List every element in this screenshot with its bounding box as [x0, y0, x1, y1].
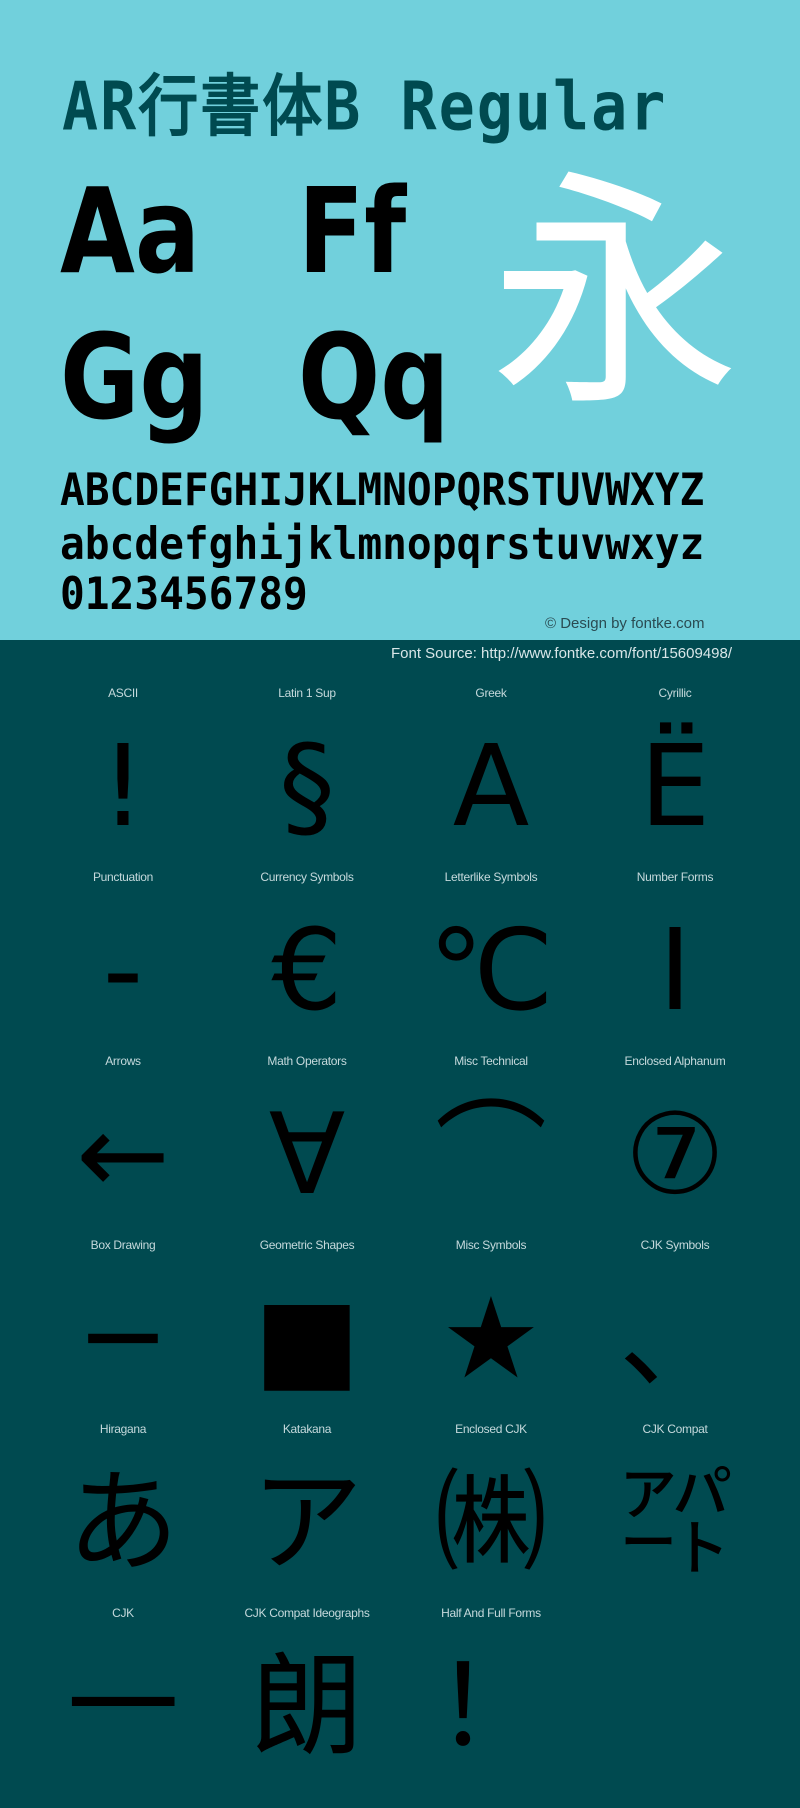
- block-cell: Letterlike Symbols ℃: [399, 870, 583, 1054]
- block-label: Math Operators: [267, 1054, 347, 1068]
- block-cell: CJK 一: [31, 1606, 215, 1790]
- block-cell: Arrows ←: [31, 1054, 215, 1238]
- block-label: Hiragana: [99, 1422, 147, 1436]
- block-cell: Number Forms Ⅰ: [583, 870, 767, 1054]
- block-sample-glyph: 、: [619, 1274, 731, 1404]
- block-sample-glyph: €: [271, 906, 343, 1036]
- block-sample-glyph: ㈱: [435, 1458, 547, 1588]
- block-label: Misc Technical: [454, 1054, 528, 1068]
- block-cell: Katakana ア: [215, 1422, 399, 1606]
- block-cell: Half And Full Forms ！: [399, 1606, 583, 1790]
- sample-pair-ff: Ff: [298, 162, 407, 300]
- block-label: Misc Symbols: [455, 1238, 527, 1252]
- block-cell: CJK Compat ㌀: [583, 1422, 767, 1606]
- block-cell: Enclosed CJK ㈱: [399, 1422, 583, 1606]
- alphabet-digits: 0123456789: [60, 567, 308, 620]
- block-label: Arrows: [105, 1054, 141, 1068]
- block-cell: CJK Compat Ideographs 朗: [215, 1606, 399, 1790]
- block-label: CJK Compat: [642, 1422, 708, 1436]
- block-label: Box Drawing: [90, 1238, 156, 1252]
- block-label: Punctuation: [92, 870, 154, 884]
- block-sample-glyph: 一: [67, 1642, 179, 1772]
- block-label: Letterlike Symbols: [444, 870, 538, 884]
- block-label: Half And Full Forms: [441, 1606, 541, 1620]
- alphabet-uppercase: ABCDEFGHIJKLMNOPQRSTUVWXYZ: [60, 463, 705, 516]
- preview-panel: AR行書体B Regular Aa Ff Gg Qq 永 ABCDEFGHIJK…: [0, 0, 800, 640]
- design-credit: © Design by fontke.com: [545, 615, 705, 632]
- sample-pair-aa: Aa: [60, 162, 201, 300]
- block-cell: Cyrillic Ё: [583, 686, 767, 870]
- block-cell: Box Drawing ─: [31, 1238, 215, 1422]
- block-cell: Greek Α: [399, 686, 583, 870]
- block-cell: CJK Symbols 、: [583, 1238, 767, 1422]
- block-sample-glyph: ⌒: [435, 1090, 547, 1220]
- alphabet-lowercase: abcdefghijklmnopqrstuvwxyz: [60, 517, 705, 570]
- block-cell: Hiragana あ: [31, 1422, 215, 1606]
- block-sample-glyph: 朗: [251, 1642, 363, 1772]
- block-label: Enclosed Alphanum: [624, 1054, 726, 1068]
- block-label: Geometric Shapes: [259, 1238, 355, 1252]
- block-sample-glyph: ㌀: [619, 1458, 731, 1588]
- block-sample-glyph: ─: [89, 1274, 157, 1404]
- block-label: ASCII: [108, 686, 138, 700]
- block-cell: Geometric Shapes ■: [215, 1238, 399, 1422]
- block-cell: Misc Symbols ★: [399, 1238, 583, 1422]
- block-label: Currency Symbols: [260, 870, 354, 884]
- block-sample-glyph: ←: [76, 1090, 170, 1220]
- block-label: Greek: [475, 686, 507, 700]
- block-sample-glyph: ア: [251, 1458, 363, 1588]
- block-sample-glyph: §: [279, 722, 335, 852]
- font-source-link[interactable]: Font Source: http://www.fontke.com/font/…: [391, 645, 732, 662]
- block-sample-glyph: あ: [67, 1458, 179, 1588]
- block-label: Katakana: [282, 1422, 332, 1436]
- block-label: Enclosed CJK: [455, 1422, 527, 1436]
- block-sample-glyph: Ё: [639, 722, 711, 852]
- block-label: Cyrillic: [658, 686, 692, 700]
- block-sample-glyph: ！: [435, 1642, 547, 1772]
- block-cell: Currency Symbols €: [215, 870, 399, 1054]
- block-cell: Enclosed Alphanum ⑦: [583, 1054, 767, 1238]
- block-sample-glyph: ℃: [428, 906, 554, 1036]
- block-cell: Latin 1 Sup §: [215, 686, 399, 870]
- block-sample-glyph: !: [100, 722, 146, 852]
- font-title: AR行書体B Regular: [62, 67, 668, 147]
- block-label: Latin 1 Sup: [278, 686, 336, 700]
- sample-pair-qq: Qq: [298, 308, 450, 446]
- block-sample-glyph: ‐: [102, 906, 144, 1036]
- block-sample-glyph: ∀: [268, 1090, 346, 1220]
- block-sample-glyph: ★: [440, 1274, 542, 1404]
- block-sample-glyph: ⑦: [624, 1090, 726, 1220]
- sample-pair-gg: Gg: [60, 308, 209, 446]
- feature-glyph-ei: 永: [490, 149, 740, 440]
- block-label: Number Forms: [636, 870, 714, 884]
- block-sample-glyph: ■: [254, 1274, 360, 1404]
- block-cell: Punctuation ‐: [31, 870, 215, 1054]
- block-label: CJK Symbols: [640, 1238, 710, 1252]
- block-sample-glyph: Α: [452, 722, 530, 852]
- block-cell: Misc Technical ⌒: [399, 1054, 583, 1238]
- block-label: CJK Compat Ideographs: [244, 1606, 370, 1620]
- block-label: CJK: [112, 1606, 134, 1620]
- block-sample-glyph: Ⅰ: [658, 906, 692, 1036]
- block-cell: ASCII!: [31, 686, 215, 870]
- block-cell: Math Operators ∀: [215, 1054, 399, 1238]
